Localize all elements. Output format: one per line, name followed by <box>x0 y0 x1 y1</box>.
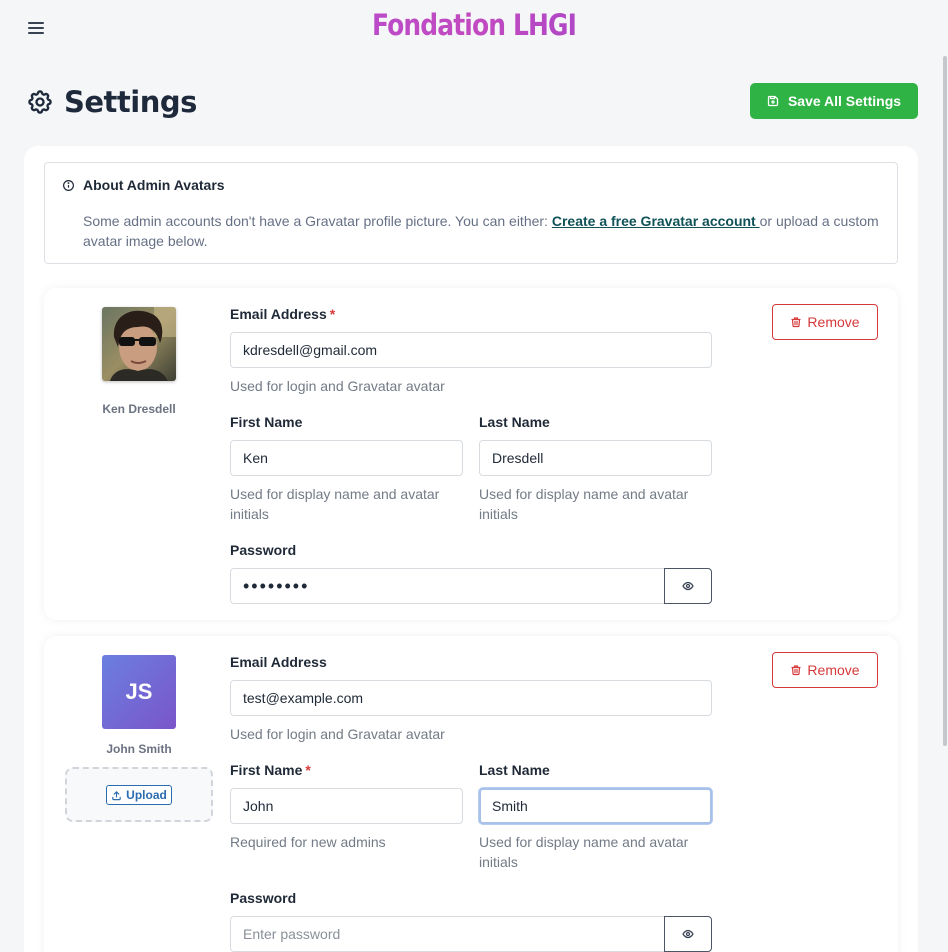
required-mark: * <box>305 762 311 778</box>
email-field[interactable] <box>230 680 712 716</box>
email-field[interactable] <box>230 332 712 368</box>
avatar-photo-image <box>102 307 176 381</box>
toggle-password-visibility-button[interactable] <box>664 568 712 604</box>
trash-icon <box>791 665 802 676</box>
eye-icon <box>682 581 694 591</box>
remove-label: Remove <box>807 314 860 330</box>
first-name-label-text: First Name <box>230 762 303 778</box>
email-label-text: Email Address <box>230 306 327 322</box>
password-field[interactable] <box>230 568 665 604</box>
email-label: Email Address * <box>230 306 335 322</box>
avatar: JS <box>102 655 176 729</box>
brand-logo[interactable]: Fondation LHGI <box>66 8 881 42</box>
first-name-field[interactable] <box>230 440 463 476</box>
avatar-display-name: Ken Dresdell <box>102 402 176 416</box>
page-title: Settings <box>64 85 197 119</box>
info-title-row: About Admin Avatars <box>62 177 225 193</box>
avatar-display-name: John Smith <box>106 742 172 756</box>
first-name-help: Required for new admins <box>230 834 386 850</box>
last-name-field[interactable] <box>479 788 712 824</box>
email-help: Used for login and Gravatar avatar <box>230 378 445 394</box>
info-icon <box>63 179 74 191</box>
save-all-settings-button[interactable]: Save All Settings <box>750 83 918 119</box>
last-name-field[interactable] <box>479 440 712 476</box>
gear-icon <box>28 90 52 114</box>
scrollbar-thumb[interactable] <box>943 56 947 746</box>
save-all-settings-label: Save All Settings <box>787 93 902 109</box>
eye-icon <box>682 929 694 939</box>
top-bar: Fondation LHGI <box>0 0 948 56</box>
info-text-before: Some admin accounts don't have a Gravata… <box>83 213 552 229</box>
first-name-label: First Name * <box>230 762 311 778</box>
last-name-help: Used for display name and avatar initial… <box>479 486 689 522</box>
create-gravatar-link[interactable]: Create a free Gravatar account <box>552 213 760 229</box>
first-name-field[interactable] <box>230 788 463 824</box>
last-name-label: Last Name <box>479 762 550 778</box>
required-mark: * <box>329 306 336 322</box>
about-avatars-info-box: About Admin Avatars Some admin accounts … <box>44 162 898 264</box>
trash-icon <box>791 317 802 328</box>
password-field[interactable] <box>230 916 665 952</box>
email-help: Used for login and Gravatar avatar <box>230 726 445 742</box>
remove-admin-button[interactable]: Remove <box>772 304 878 340</box>
save-icon <box>767 95 779 107</box>
first-name-help: Used for display name and avatar initial… <box>230 486 440 522</box>
hamburger-menu-icon[interactable] <box>24 16 48 40</box>
info-title: About Admin Avatars <box>83 177 225 193</box>
email-label: Email Address <box>230 654 327 670</box>
password-label: Password <box>230 890 297 906</box>
first-name-label: First Name <box>230 414 303 430</box>
last-name-label: Last Name <box>479 414 550 430</box>
upload-icon <box>112 790 121 800</box>
remove-admin-button[interactable]: Remove <box>772 652 878 688</box>
last-name-help: Used for display name and avatar initial… <box>479 834 689 870</box>
toggle-password-visibility-button[interactable] <box>664 916 712 952</box>
page-header: Settings <box>26 82 197 122</box>
upload-label: Upload <box>126 788 167 802</box>
password-label: Password <box>230 542 297 558</box>
info-text: Some admin accounts don't have a Gravata… <box>83 211 883 251</box>
scrollbar[interactable] <box>942 56 948 746</box>
remove-label: Remove <box>807 662 860 678</box>
upload-avatar-button[interactable]: Upload <box>106 785 172 805</box>
avatar <box>102 307 176 381</box>
